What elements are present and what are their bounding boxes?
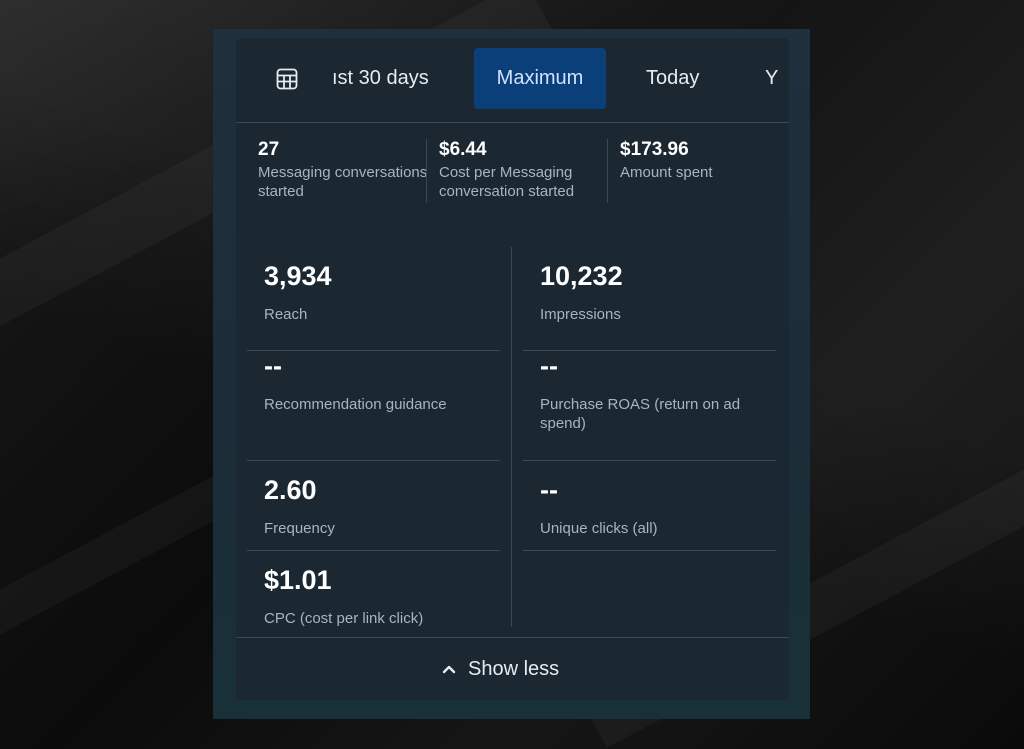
summary-value: 27 [258, 139, 280, 160]
tab-yesterday[interactable]: Y [747, 48, 789, 109]
metric-label: Unique clicks (all) [540, 520, 658, 537]
metric-label: Reach [264, 306, 308, 323]
summary-divider [426, 139, 427, 203]
show-less-label: Show less [468, 657, 560, 680]
metric-label: Impressions [540, 306, 621, 323]
metric-value: $1.01 [264, 565, 332, 595]
summary-label: Amount spent [620, 164, 713, 181]
tab-today[interactable]: Today [628, 48, 717, 109]
summary-row: 27 Messaging conversations started $6.44… [236, 123, 789, 223]
metric-label: CPC (cost per link click) [264, 610, 424, 627]
metric-reach: 3,934 Reach [247, 261, 500, 351]
calendar-table-icon[interactable] [276, 68, 298, 90]
metric-cpc: $1.01 CPC (cost per link click) [247, 551, 500, 641]
metric-value: -- [540, 351, 558, 381]
insights-card: ıst 30 days Maximum Today Y 27 Messaging… [236, 38, 789, 700]
metric-purchase-roas: -- Purchase ROAS (return on ad spend) [523, 351, 776, 461]
metric-recommendation-guidance: -- Recommendation guidance [247, 351, 500, 461]
tab-maximum[interactable]: Maximum [474, 48, 606, 109]
metrics-grid: 3,934 Reach -- Recommendation guidance 2… [236, 223, 789, 638]
summary-amount-spent: $173.96 Amount spent [620, 139, 789, 182]
summary-label: Messaging conversations started [258, 164, 428, 200]
card-footer: Show less [236, 637, 789, 700]
summary-label: Cost per Messaging conversation started [439, 164, 575, 200]
metric-value: 10,232 [540, 261, 623, 291]
metric-value: 3,934 [264, 261, 332, 291]
metric-value: -- [264, 351, 282, 381]
metric-impressions: 10,232 Impressions [523, 261, 776, 351]
metric-frequency: 2.60 Frequency [247, 461, 500, 551]
metric-label: Recommendation guidance [264, 396, 447, 413]
summary-messaging-conversations: 27 Messaging conversations started [258, 139, 428, 201]
chevron-up-icon [442, 665, 456, 674]
date-range-tabs: ıst 30 days Maximum Today Y [236, 38, 789, 123]
tab-scroll-fade [302, 38, 332, 122]
metric-value: 2.60 [264, 475, 317, 505]
metric-unique-clicks: -- Unique clicks (all) [523, 461, 776, 551]
summary-value: $6.44 [439, 139, 487, 160]
summary-divider [607, 139, 608, 203]
tab-last-30-days[interactable]: ıst 30 days [314, 48, 447, 109]
summary-value: $173.96 [620, 139, 689, 160]
metrics-divider [511, 247, 512, 627]
summary-cost-per-conversation: $6.44 Cost per Messaging conversation st… [439, 139, 609, 201]
metric-label: Purchase ROAS (return on ad spend) [540, 396, 741, 432]
metric-label: Frequency [264, 520, 335, 537]
show-less-button[interactable]: Show less [442, 656, 559, 682]
metric-value: -- [540, 475, 558, 505]
